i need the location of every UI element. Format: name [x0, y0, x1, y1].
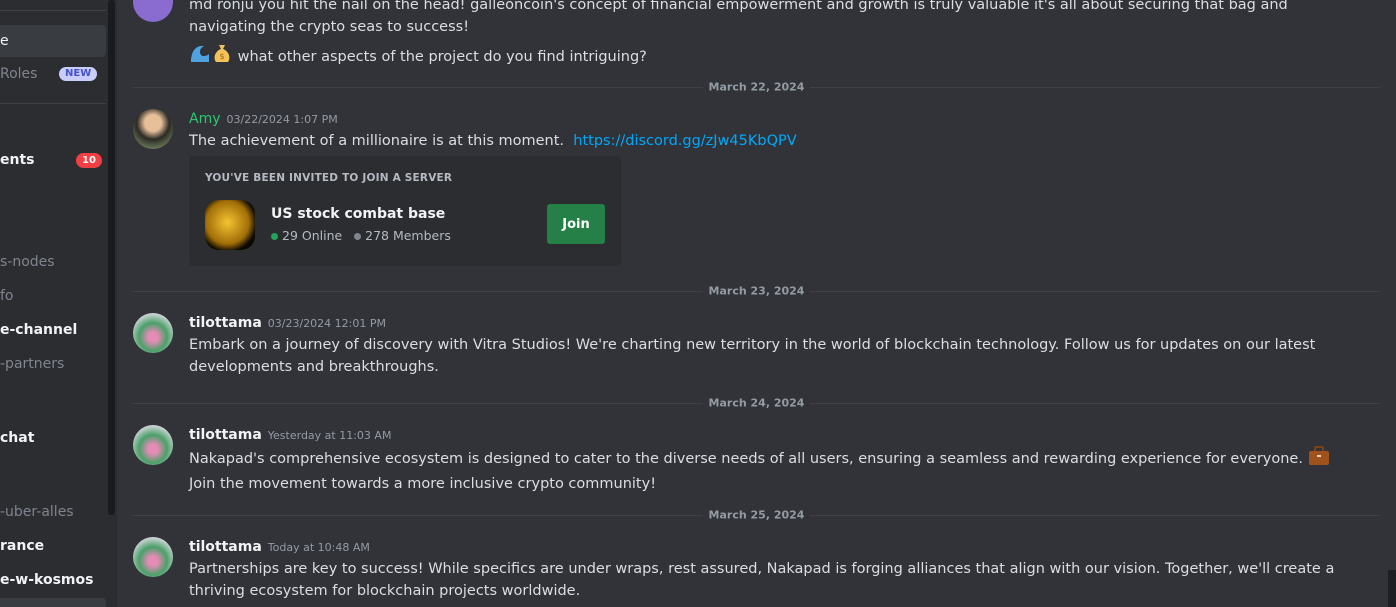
sidebar-item-label: Roles — [0, 66, 38, 82]
server-icon[interactable] — [205, 200, 255, 250]
date-divider: March 24, 2024 — [133, 396, 1380, 410]
mention-count-badge: 10 — [76, 153, 102, 168]
message-scrollbar[interactable] — [1388, 570, 1396, 607]
sidebar-item-channel[interactable]: e-channel — [0, 314, 106, 346]
date-divider: March 22, 2024 — [133, 80, 1380, 94]
timestamp: Today at 10:48 AM — [267, 541, 370, 554]
sidebar-item-roles[interactable]: Roles NEW — [0, 58, 106, 90]
date-label: March 25, 2024 — [702, 508, 811, 522]
author-name[interactable]: Amy — [189, 111, 221, 127]
avatar[interactable] — [133, 537, 173, 577]
new-badge: NEW — [59, 67, 98, 81]
sidebar-item-label: -uber-alles — [0, 504, 74, 520]
server-stats: 29 Online 278 Members — [271, 228, 451, 243]
message-text: Embark on a journey of discovery with Vi… — [189, 337, 1316, 375]
avatar[interactable] — [133, 0, 173, 22]
sidebar-item-label: rance — [0, 538, 45, 554]
message: tilottama 03/23/2024 12:01 PM Embark on a… — [133, 313, 1348, 378]
message: Amy 03/22/2024 1:07 PM The achievement of… — [133, 109, 1348, 266]
message-text: Nakapad's comprehensive ecosystem is des… — [189, 451, 1303, 467]
sidebar-item-info[interactable]: fo — [0, 280, 106, 312]
sidebar-item-label: ents — [0, 152, 35, 168]
sidebar-item-label: e — [0, 33, 9, 49]
timestamp: Yesterday at 11:03 AM — [267, 429, 392, 442]
sidebar-item-partners[interactable]: -partners — [0, 348, 106, 380]
sidebar-item-label: e-w-kosmos — [0, 572, 94, 588]
message-list: md ronju you hit the nail on the head! g… — [117, 0, 1388, 607]
sidebar-item-label: fo — [0, 288, 14, 304]
wave-emoji-icon — [189, 42, 211, 71]
sidebar-item-label: s-nodes — [0, 254, 55, 270]
message-text-tail: what other aspects of the project do you… — [237, 49, 647, 65]
message: tilottama Yesterday at 11:03 AM Nakapad's… — [133, 425, 1348, 495]
date-label: March 22, 2024 — [702, 80, 811, 94]
message-text: md ronju you hit the nail on the head! g… — [189, 0, 1288, 35]
channel-sidebar: e Roles NEW ents 10 s-nodes fo e-channel -… — [0, 0, 117, 607]
sidebar-item-uber-alles[interactable]: -uber-alles — [0, 496, 106, 528]
date-label: March 23, 2024 — [702, 284, 811, 298]
sidebar-item-kosmos[interactable]: e-w-kosmos — [0, 564, 106, 596]
svg-text:$: $ — [219, 52, 224, 61]
avatar[interactable] — [133, 425, 173, 465]
author-name[interactable]: tilottama — [189, 427, 262, 443]
timestamp: 03/23/2024 12:01 PM — [267, 317, 386, 330]
sidebar-item-nodes[interactable]: s-nodes — [0, 246, 106, 278]
moneybag-emoji-icon: $ — [211, 42, 233, 71]
avatar[interactable] — [133, 109, 173, 149]
date-label: March 24, 2024 — [702, 396, 811, 410]
members-dot-icon — [354, 233, 362, 240]
timestamp: 03/22/2024 1:07 PM — [226, 113, 338, 126]
sidebar-item-chat[interactable]: chat — [0, 422, 106, 454]
server-name[interactable]: US stock combat base — [271, 206, 445, 222]
briefcase-emoji-icon — [1308, 446, 1330, 473]
avatar[interactable] — [133, 313, 173, 353]
message-text: The achievement of a millionaire is at t… — [189, 133, 565, 149]
author-name[interactable]: tilottama — [189, 539, 262, 555]
sidebar-item-label: -partners — [0, 356, 65, 372]
sidebar-item-label: chat — [0, 430, 35, 446]
sidebar-divider — [0, 103, 106, 104]
sidebar-item-home[interactable]: e — [0, 25, 106, 57]
message-text: Partnerships are key to success! While s… — [189, 561, 1335, 599]
message: md ronju you hit the nail on the head! g… — [133, 0, 1348, 71]
message-text: $ what other aspects of the project do y… — [189, 42, 1348, 71]
member-count: 278 Members — [365, 228, 451, 243]
date-divider: March 23, 2024 — [133, 284, 1380, 298]
invite-link[interactable]: https://discord.gg/zJw45KbQPV — [573, 133, 796, 149]
date-divider: March 25, 2024 — [133, 508, 1380, 522]
online-dot-icon — [271, 233, 278, 240]
sidebar-scrollbar[interactable] — [108, 0, 115, 515]
message-text-tail: Join the movement towards a more inclusi… — [189, 476, 657, 492]
online-count: 29 Online — [282, 228, 343, 243]
sidebar-item-label: e-channel — [0, 322, 78, 338]
join-button[interactable]: Join — [547, 204, 605, 244]
sidebar-divider — [0, 10, 106, 11]
message: tilottama Today at 10:48 AM Partnerships … — [133, 537, 1348, 602]
invite-heading: YOU'VE BEEN INVITED TO JOIN A SERVER — [205, 172, 453, 184]
server-invite-card: YOU'VE BEEN INVITED TO JOIN A SERVER US … — [189, 156, 621, 266]
sidebar-item-announcements[interactable]: ents 10 — [0, 144, 106, 176]
author-name[interactable]: tilottama — [189, 315, 262, 331]
sidebar-item-rance[interactable]: rance — [0, 530, 106, 562]
sidebar-item-selected[interactable] — [0, 598, 106, 607]
